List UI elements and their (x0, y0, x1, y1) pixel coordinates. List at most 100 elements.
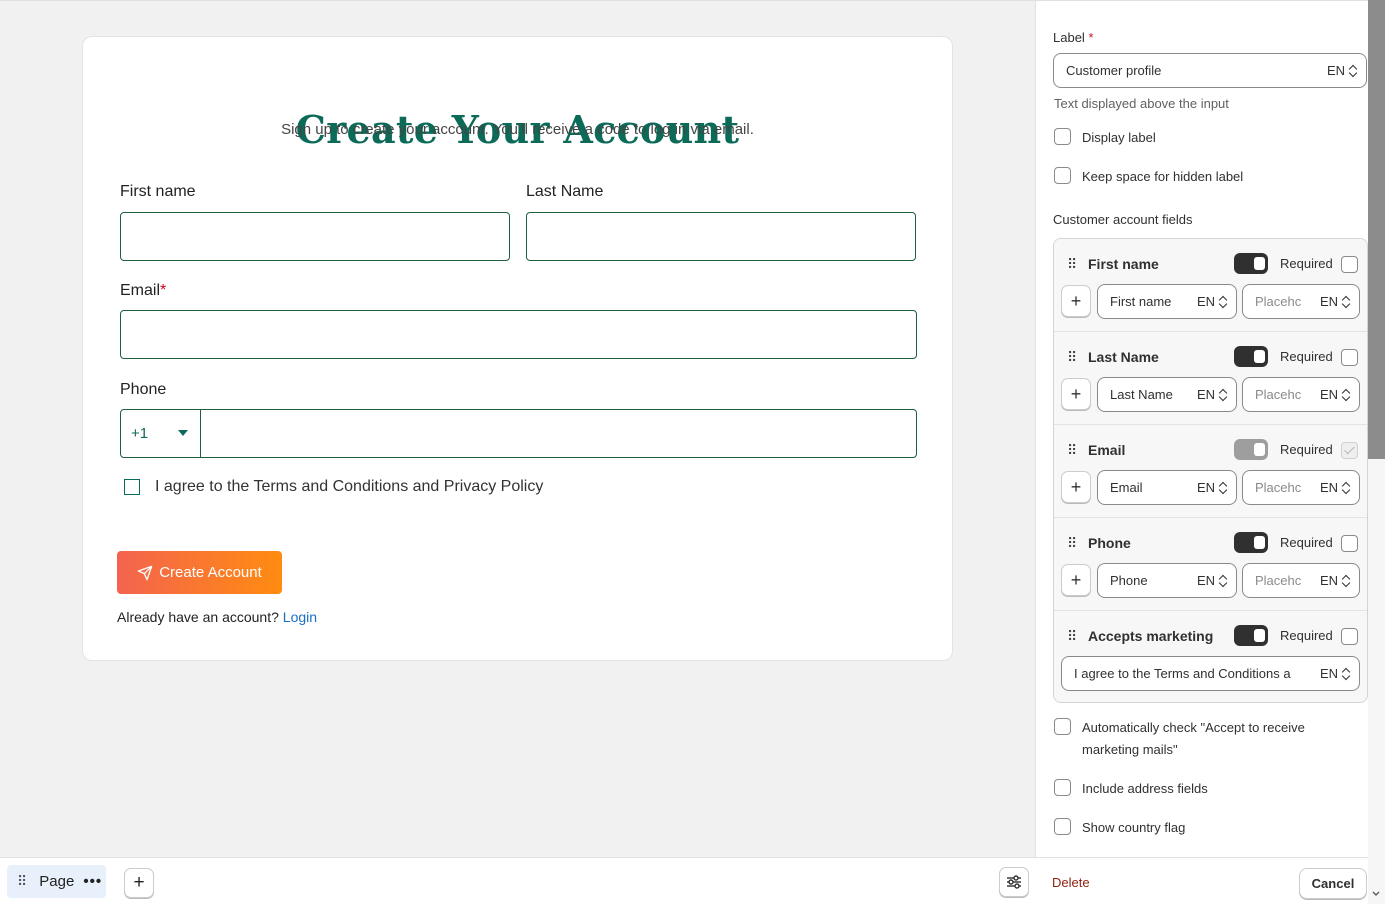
create-account-button[interactable]: Create Account (117, 551, 282, 594)
required-checkbox[interactable] (1341, 256, 1358, 273)
cancel-button[interactable]: Cancel (1299, 868, 1367, 899)
field-label-input[interactable]: Last Name EN (1097, 377, 1237, 412)
drag-handle-icon[interactable]: ⠿ (1067, 349, 1077, 366)
auto-check-checkbox[interactable] (1054, 718, 1071, 735)
drag-handle-icon[interactable]: ⠿ (1067, 628, 1077, 645)
language-select[interactable]: EN (1320, 387, 1359, 402)
required-checkbox[interactable] (1341, 349, 1358, 366)
language-select[interactable]: EN (1197, 387, 1236, 402)
language-select[interactable]: EN (1327, 63, 1366, 78)
adjustments-button[interactable] (999, 867, 1029, 897)
required-checkbox[interactable] (1341, 628, 1358, 645)
send-icon (137, 565, 153, 580)
label-input[interactable]: Customer profile EN (1053, 53, 1367, 88)
add-icon[interactable]: + (1061, 564, 1091, 596)
field-row-accepts-marketing: ⠿ Accepts marketing Required I agree to … (1054, 611, 1367, 702)
show-flag-text: Show country flag (1082, 820, 1186, 835)
chevron-updown-icon (1219, 574, 1228, 588)
label-value: Customer profile (1066, 63, 1162, 78)
required-label: Required (1280, 628, 1333, 643)
field-placeholder-input[interactable]: Placehc EN (1242, 284, 1360, 319)
field-enabled-toggle[interactable] (1234, 532, 1268, 553)
page-selector[interactable]: ⠿ Page ••• (7, 865, 106, 898)
last-name-input[interactable] (526, 212, 916, 261)
required-asterisk: * (1088, 30, 1094, 45)
field-label-input[interactable]: I agree to the Terms and Conditions a EN (1061, 656, 1360, 691)
field-name: Accepts marketing (1088, 628, 1214, 644)
chevron-updown-icon (1342, 388, 1351, 402)
add-icon[interactable]: + (1061, 378, 1091, 410)
display-label-checkbox[interactable] (1054, 128, 1071, 145)
first-name-label: First name (120, 183, 196, 200)
required-label: Required (1280, 256, 1333, 271)
field-name: Last Name (1088, 349, 1159, 365)
field-label-input[interactable]: Email EN (1097, 470, 1237, 505)
country-code-select[interactable]: +1 (121, 410, 201, 457)
auto-check-marketing-option[interactable]: Automatically check "Accept to receive m… (1054, 717, 1344, 761)
fields-section-title: Customer account fields (1053, 212, 1193, 227)
add-page-button[interactable]: + (124, 868, 154, 898)
required-asterisk: * (160, 282, 167, 299)
scrollbar-thumb[interactable] (1368, 0, 1385, 459)
first-name-input[interactable] (120, 212, 510, 261)
field-label-input[interactable]: Phone EN (1097, 563, 1237, 598)
drag-handle-icon[interactable]: ⠿ (1067, 535, 1077, 552)
email-label: Email* (120, 282, 167, 299)
bottom-toolbar: ⠿ Page ••• + (0, 857, 1035, 904)
email-input[interactable] (120, 310, 917, 359)
label-field-title: Label * (1053, 30, 1094, 45)
keep-space-checkbox[interactable] (1054, 167, 1071, 184)
required-checkbox (1341, 442, 1358, 459)
field-row-phone: ⠿ Phone Required + Phone EN Placehc EN (1054, 518, 1367, 611)
add-icon[interactable]: + (1061, 285, 1091, 317)
field-placeholder-input[interactable]: Placehc EN (1242, 377, 1360, 412)
field-enabled-toggle[interactable] (1234, 346, 1268, 367)
panel-footer: Delete Cancel (1035, 857, 1368, 904)
last-name-label: Last Name (526, 183, 604, 200)
phone-input[interactable] (201, 410, 916, 457)
scroll-down-arrow-icon[interactable] (1371, 889, 1381, 899)
field-name: Email (1088, 442, 1126, 458)
keep-space-text: Keep space for hidden label (1082, 169, 1244, 184)
field-placeholder-input[interactable]: Placehc EN (1242, 563, 1360, 598)
language-select[interactable]: EN (1320, 480, 1359, 495)
include-address-checkbox[interactable] (1054, 779, 1071, 796)
language-select[interactable]: EN (1197, 480, 1236, 495)
auto-check-text: Automatically check "Accept to receive m… (1082, 720, 1305, 757)
phone-field: +1 (120, 409, 917, 458)
more-options-icon[interactable]: ••• (83, 873, 102, 890)
language-select[interactable]: EN (1320, 666, 1359, 681)
display-label-text: Display label (1082, 130, 1156, 145)
login-link[interactable]: Login (283, 609, 317, 625)
field-placeholder-input[interactable]: Placehc EN (1242, 470, 1360, 505)
drag-handle-icon[interactable]: ⠿ (17, 873, 27, 890)
add-icon[interactable]: + (1061, 471, 1091, 503)
signup-form-card: Create Your Account Sign up to create yo… (82, 36, 953, 661)
field-enabled-toggle[interactable] (1234, 625, 1268, 646)
canvas: Create Your Account Sign up to create yo… (0, 0, 1035, 857)
include-address-option[interactable]: Include address fields (1054, 778, 1208, 800)
keep-space-option[interactable]: Keep space for hidden label (1054, 166, 1243, 188)
display-label-option[interactable]: Display label (1054, 127, 1156, 149)
account-fields-list: ⠿ First name Required + First name EN Pl… (1053, 238, 1368, 703)
chevron-updown-icon (1349, 64, 1358, 78)
drag-handle-icon[interactable]: ⠿ (1067, 256, 1077, 273)
required-checkbox[interactable] (1341, 535, 1358, 552)
field-enabled-toggle (1234, 439, 1268, 460)
field-enabled-toggle[interactable] (1234, 253, 1268, 274)
show-flag-checkbox[interactable] (1054, 818, 1071, 835)
sliders-icon (1007, 875, 1021, 889)
form-subtitle: Sign up to create your account. You’ll r… (281, 121, 754, 138)
language-select[interactable]: EN (1320, 294, 1359, 309)
language-select[interactable]: EN (1320, 573, 1359, 588)
terms-label: I agree to the Terms and Conditions and … (155, 478, 544, 495)
drag-handle-icon[interactable]: ⠿ (1067, 442, 1077, 459)
delete-button[interactable]: Delete (1052, 875, 1090, 890)
terms-checkbox[interactable] (124, 479, 140, 495)
page-label: Page (39, 873, 75, 890)
language-select[interactable]: EN (1197, 573, 1236, 588)
show-flag-option[interactable]: Show country flag (1054, 817, 1185, 839)
field-label-input[interactable]: First name EN (1097, 284, 1237, 319)
chevron-updown-icon (1342, 481, 1351, 495)
language-select[interactable]: EN (1197, 294, 1236, 309)
